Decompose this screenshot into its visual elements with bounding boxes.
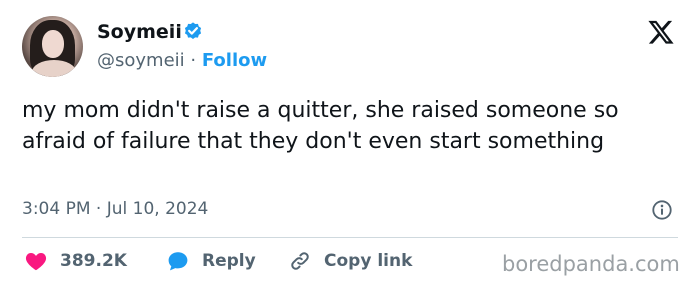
like-button[interactable]: 389.2K xyxy=(24,249,127,273)
avatar-face xyxy=(42,30,64,58)
follow-button[interactable]: Follow xyxy=(202,50,267,71)
timestamp[interactable]: 3:04 PM · Jul 10, 2024 xyxy=(22,199,208,219)
copy-link-button[interactable]: Copy link xyxy=(288,249,412,273)
verified-badge-icon xyxy=(184,22,202,40)
divider xyxy=(22,237,678,238)
info-icon[interactable] xyxy=(651,199,673,221)
handle-line: @soymeii · Follow xyxy=(97,50,267,71)
handle-separator: · xyxy=(190,50,197,71)
handle[interactable]: @soymeii xyxy=(97,50,185,71)
copy-link-label: Copy link xyxy=(324,251,413,271)
watermark: boredpanda.com xyxy=(502,252,680,276)
link-icon xyxy=(291,252,309,270)
like-count: 389.2K xyxy=(60,251,127,271)
avatar-shoulder xyxy=(32,60,76,77)
display-name[interactable]: Soymeii xyxy=(97,21,182,43)
tweet-card: Soymeii @soymeii · Follow my mom didn't … xyxy=(0,0,700,287)
reply-button[interactable]: Reply xyxy=(166,249,256,273)
x-logo-icon[interactable] xyxy=(647,18,675,46)
tweet-text: my mom didn't raise a quitter, she raise… xyxy=(22,98,619,154)
reply-label: Reply xyxy=(202,251,256,271)
heart-icon xyxy=(25,253,47,271)
avatar[interactable] xyxy=(22,16,83,77)
reply-bubble-icon xyxy=(168,252,188,271)
